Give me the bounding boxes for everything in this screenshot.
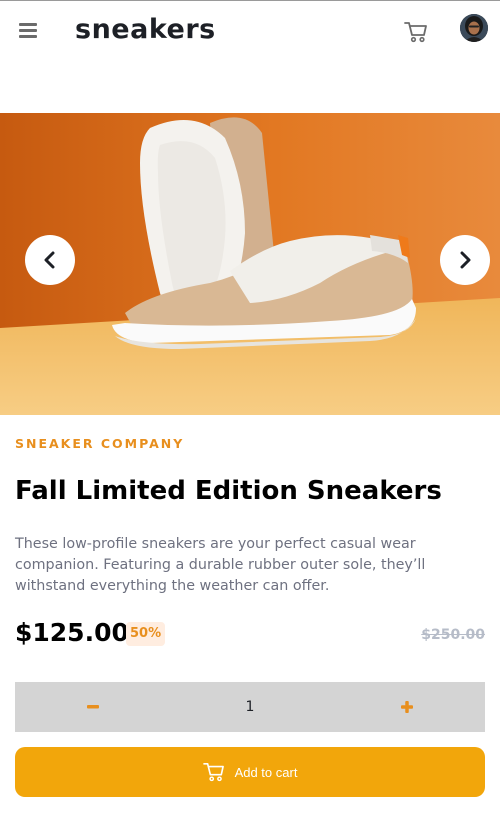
cart-icon[interactable]: [404, 21, 428, 43]
hamburger-menu-icon[interactable]: [19, 23, 37, 39]
quantity-stepper: 1: [15, 682, 485, 732]
site-logo[interactable]: sneakers: [75, 14, 216, 45]
current-price: $125.00: [15, 618, 129, 647]
chevron-left-icon: [44, 251, 55, 269]
company-name: SNEAKER COMPANY: [15, 436, 185, 451]
chevron-right-icon: [460, 251, 471, 269]
add-to-cart-button[interactable]: Add to cart: [15, 747, 485, 797]
minus-icon: [87, 705, 99, 709]
plus-icon: [401, 701, 413, 713]
previous-image-button[interactable]: [25, 235, 75, 285]
product-image-carousel: [0, 113, 500, 415]
cart-icon: [202, 763, 224, 782]
site-header: sneakers: [0, 1, 500, 61]
decrease-quantity-button[interactable]: [68, 682, 118, 732]
product-description: These low-profile sneakers are your perf…: [15, 536, 426, 594]
quantity-value[interactable]: 1: [230, 682, 270, 732]
original-price: $250.00: [421, 627, 485, 643]
add-to-cart-label: Add to cart: [234, 764, 298, 780]
product-image: [0, 113, 500, 415]
increase-quantity-button[interactable]: [382, 682, 432, 732]
discount-badge: 50%: [126, 622, 166, 646]
user-avatar[interactable]: [460, 14, 488, 42]
next-image-button[interactable]: [440, 235, 490, 285]
product-title: Fall Limited Edition Sneakers: [15, 476, 442, 506]
